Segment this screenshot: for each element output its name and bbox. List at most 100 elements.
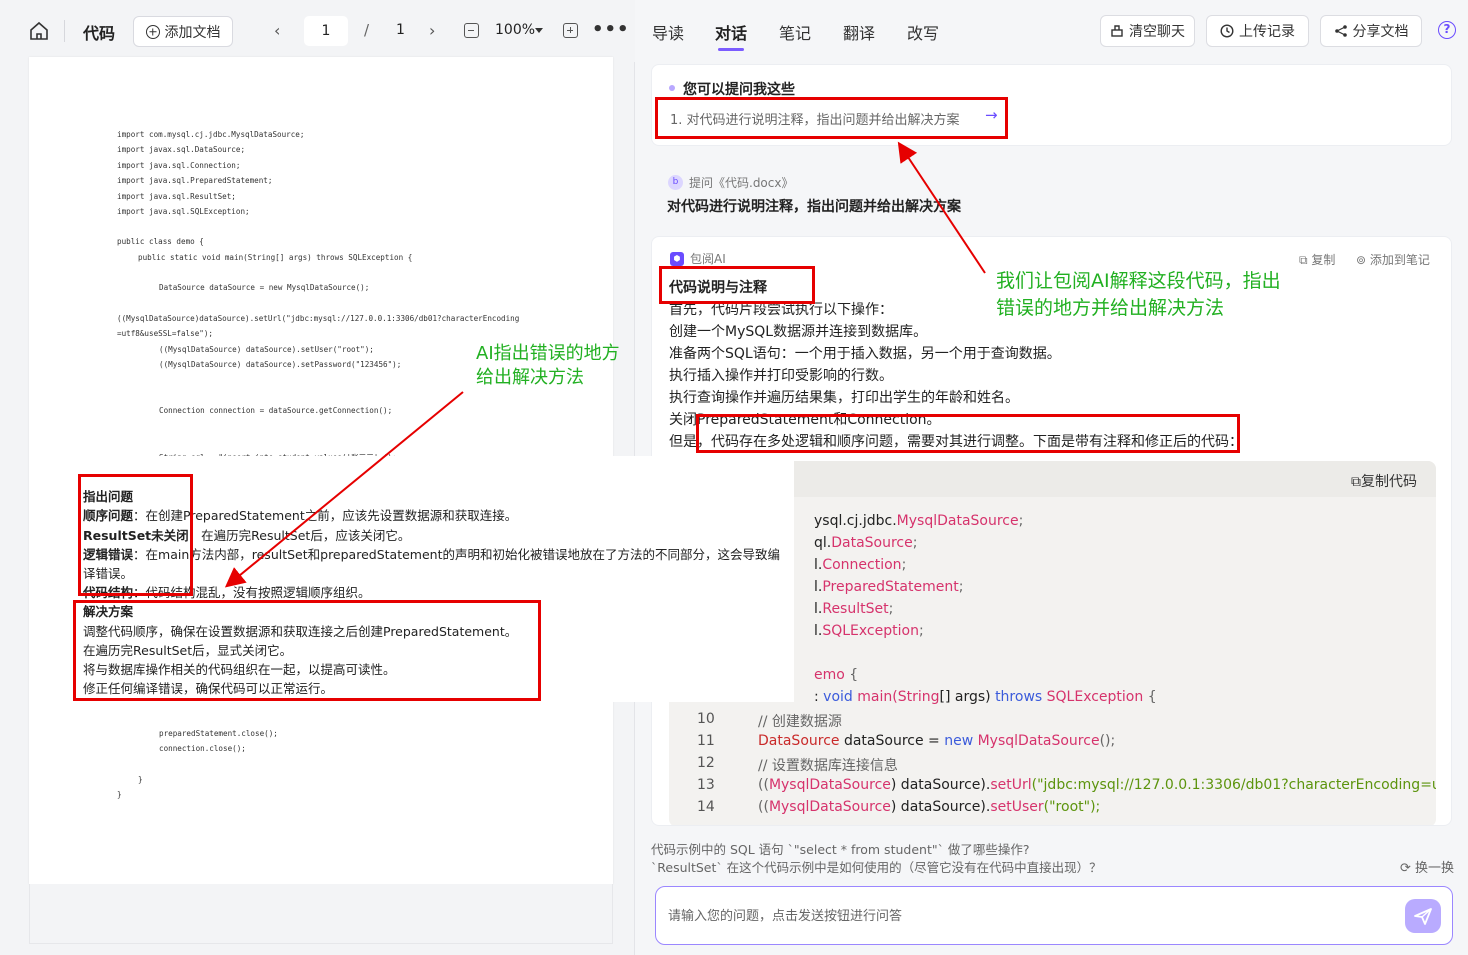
copy-answer-label: 复制 xyxy=(1311,253,1336,267)
line-number: 10 xyxy=(697,711,715,727)
clock-icon xyxy=(1220,24,1234,38)
annotation-line: 我们让包阅AI解释这段代码，指出 xyxy=(996,270,1281,292)
plus-circle-icon xyxy=(145,24,160,39)
toolbar-divider xyxy=(64,20,65,42)
doc-code-line: public static void main(String[] args) t… xyxy=(138,253,413,262)
tab-guide[interactable]: 导读 xyxy=(652,20,684,44)
highlight-problems xyxy=(78,474,193,596)
assistant-tabs: 导读 对话 笔记 翻译 改写 清空聊天 上传记录 分享文档 ? xyxy=(636,0,1468,62)
code-line: ((MysqlDataSource) dataSource).setUser("… xyxy=(758,799,1101,815)
add-document-label: 添加文档 xyxy=(164,24,221,41)
home-icon[interactable] xyxy=(28,20,50,42)
ai-logo-icon: ⬢ xyxy=(670,251,684,266)
line-number: 12 xyxy=(697,755,715,771)
follow-up-question[interactable]: `ResultSet` 在这个代码示例中是如何使用的（尽管它没有在代码中直接出现… xyxy=(651,857,1102,876)
highlight-suggested-question xyxy=(655,97,1008,139)
zoom-in-icon[interactable] xyxy=(563,23,578,38)
add-to-notes-button[interactable]: ⊚ 添加到笔记 xyxy=(1356,251,1430,268)
add-document-button[interactable]: 添加文档 xyxy=(133,16,233,47)
code-line: ((MysqlDataSource) dataSource).setUrl("j… xyxy=(758,777,1436,793)
page-total: 1 xyxy=(396,22,405,38)
zoom-out-icon[interactable] xyxy=(464,23,479,38)
doc-code-line: } xyxy=(117,790,122,799)
line-number: 11 xyxy=(697,733,715,749)
question-text: 对代码进行说明注释，指出问题并给出解决方案 xyxy=(667,199,961,215)
highlight-solutions xyxy=(73,600,541,701)
answer-paragraph: 执行插入操作并打印受影响的行数。 xyxy=(669,368,893,384)
add-to-notes-label: 添加到笔记 xyxy=(1369,253,1430,267)
zoom-select[interactable]: 100% xyxy=(495,22,535,38)
tab-chat[interactable]: 对话 xyxy=(715,20,747,44)
line-number: 13 xyxy=(697,777,715,793)
upload-history-button[interactable]: 上传记录 xyxy=(1206,15,1309,47)
code-line: l.PreparedStatement; xyxy=(814,579,964,595)
share-document-button[interactable]: 分享文档 xyxy=(1320,15,1422,47)
help-icon[interactable]: ? xyxy=(1438,21,1456,39)
doc-code-line: public class demo { xyxy=(117,237,204,246)
app-window: 代码 添加文档 ‹ 1 / 1 › 100% ••• import com.my… xyxy=(0,0,1468,955)
code-line: l.Connection; xyxy=(814,557,907,573)
tab-notes[interactable]: 笔记 xyxy=(779,20,811,44)
copy-answer-button[interactable]: ⧉ 复制 xyxy=(1299,251,1335,268)
doc-code-line: =utf8&useSSL=false"); xyxy=(117,329,214,338)
next-page-icon[interactable]: › xyxy=(429,21,435,40)
page-separator: / xyxy=(364,21,370,39)
follow-up-question[interactable]: 代码示例中的 SQL 语句 `"select * from student"` … xyxy=(651,839,1029,858)
doc-code-line: import java.sql.SQLException; xyxy=(117,207,250,216)
document-footer xyxy=(29,884,613,944)
upload-history-label: 上传记录 xyxy=(1239,24,1295,40)
question-source: 提问《代码.docx》 xyxy=(689,176,794,190)
highlight-answer-summary xyxy=(696,414,1240,453)
send-icon xyxy=(1414,908,1432,925)
highlight-answer-heading xyxy=(659,266,815,304)
doc-code-line: preparedStatement.close(); xyxy=(159,729,278,738)
question-meta: b 提问《代码.docx》 xyxy=(668,174,793,191)
annotation-note-left: AI指出错误的地方 给出解决方法 xyxy=(476,342,620,390)
answer-meta: ⬢ 包阅AI xyxy=(670,250,726,267)
annotation-note-right: 我们让包阅AI解释这段代码，指出 错误的地方并给出解决方法 xyxy=(996,268,1281,322)
chat-input[interactable] xyxy=(668,904,1368,928)
answer-paragraph: 准备两个SQL语句：一个用于插入数据，另一个用于查询数据。 xyxy=(669,346,1061,362)
doc-code-line: import java.sql.PreparedStatement; xyxy=(117,176,273,185)
code-comment: // 创建数据源 xyxy=(758,714,842,730)
annotation-line: 错误的地方并给出解决方法 xyxy=(996,297,1225,319)
copy-code-label: 复制代码 xyxy=(1361,474,1417,490)
copy-code-button[interactable]: ⧉复制代码 xyxy=(1351,471,1417,491)
tab-rewrite[interactable]: 改写 xyxy=(907,20,939,44)
answer-paragraph: 执行查询操作并遍历结果集，打印出学生的年龄和姓名。 xyxy=(669,390,1019,406)
doc-code-line: import java.sql.Connection; xyxy=(117,161,241,170)
code-line: DataSource dataSource = new MysqlDataSou… xyxy=(758,733,1116,749)
page-number-input[interactable]: 1 xyxy=(304,16,348,46)
broom-icon xyxy=(1111,25,1123,37)
chat-input-box xyxy=(655,886,1453,945)
refresh-label: 换一换 xyxy=(1415,861,1455,876)
code-line: l.SQLException; xyxy=(814,623,924,639)
doc-code-line: import java.sql.ResultSet; xyxy=(117,192,236,201)
doc-code-line: import javax.sql.DataSource; xyxy=(117,145,246,154)
prev-page-icon[interactable]: ‹ xyxy=(274,21,280,40)
tab-translate[interactable]: 翻译 xyxy=(843,20,875,44)
document-toolbar: 代码 添加文档 ‹ 1 / 1 › 100% ••• xyxy=(0,0,635,62)
code-line: : void main(String[] args) throws SQLExc… xyxy=(814,689,1157,705)
caret-down-icon[interactable] xyxy=(535,28,543,33)
more-icon[interactable]: ••• xyxy=(592,19,630,40)
doc-code-line: } xyxy=(138,775,143,784)
annotation-line: AI指出错误的地方 xyxy=(476,343,620,364)
doc-code-line: connection.close(); xyxy=(159,744,246,753)
share-icon xyxy=(1334,25,1347,37)
suggested-questions-title: 您可以提问我这些 xyxy=(683,82,795,98)
code-line: emo { xyxy=(814,667,859,683)
user-avatar: b xyxy=(668,175,683,190)
answer-paragraph: 创建一个MySQL数据源并连接到数据库。 xyxy=(669,324,928,340)
annotation-line: 给出解决方法 xyxy=(476,367,584,388)
line-number: 14 xyxy=(697,799,715,815)
clear-chat-button[interactable]: 清空聊天 xyxy=(1100,15,1195,47)
send-button[interactable] xyxy=(1405,899,1441,933)
doc-code-line: ((MysqlDataSource)dataSource).setUrl("jd… xyxy=(117,314,520,323)
doc-code-line: Connection connection = dataSource.getCo… xyxy=(159,406,393,415)
clear-chat-label: 清空聊天 xyxy=(1129,24,1185,40)
answer-author: 包阅AI xyxy=(690,252,726,266)
document-title: 代码 xyxy=(83,24,116,43)
doc-code-line: ((MysqlDataSource) dataSource).setPasswo… xyxy=(159,360,402,369)
refresh-suggestions-button[interactable]: ⟳ 换一换 xyxy=(1400,857,1454,876)
